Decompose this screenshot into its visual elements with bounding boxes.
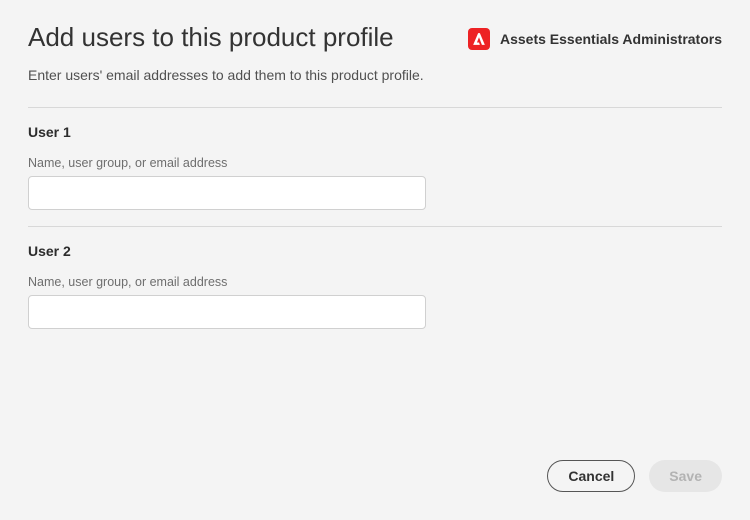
user-label: User 2 (28, 243, 722, 259)
cancel-button[interactable]: Cancel (547, 460, 635, 492)
product-name: Assets Essentials Administrators (500, 31, 722, 47)
button-row: Cancel Save (547, 460, 722, 492)
field-label: Name, user group, or email address (28, 275, 722, 289)
user-section-1: User 1 Name, user group, or email addres… (28, 108, 722, 226)
field-label: Name, user group, or email address (28, 156, 722, 170)
product-badge: Assets Essentials Administrators (468, 28, 722, 50)
user-1-input[interactable] (28, 176, 426, 210)
page-title: Add users to this product profile (28, 22, 394, 53)
save-button[interactable]: Save (649, 460, 722, 492)
user-section-2: User 2 Name, user group, or email addres… (28, 227, 722, 345)
user-label: User 1 (28, 124, 722, 140)
adobe-icon (468, 28, 490, 50)
user-2-input[interactable] (28, 295, 426, 329)
page-subtitle: Enter users' email addresses to add them… (28, 67, 722, 83)
